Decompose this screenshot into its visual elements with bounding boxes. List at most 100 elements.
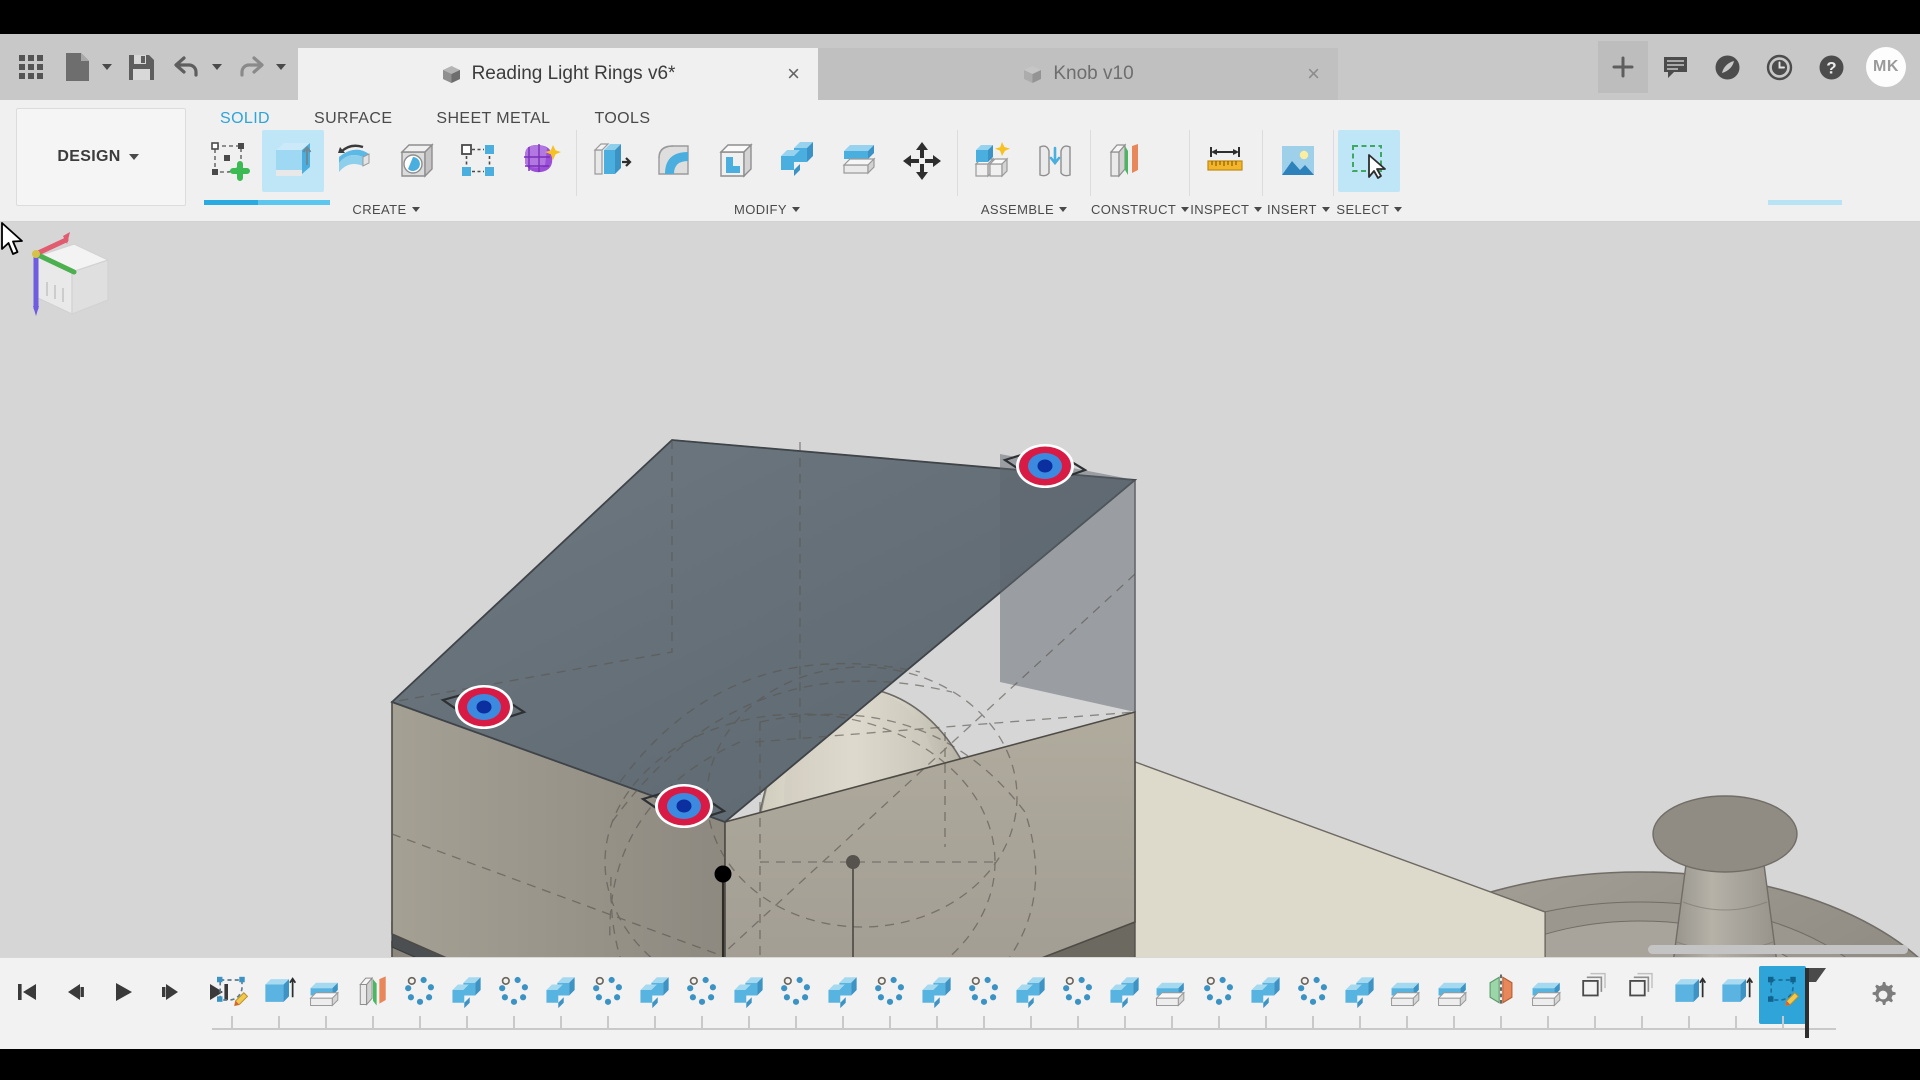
help-icon[interactable]: ? — [1806, 41, 1856, 93]
timeline-tick — [936, 1016, 938, 1030]
app-grid-icon[interactable] — [8, 41, 54, 93]
timeline-tick — [560, 1016, 562, 1030]
comment-icon[interactable] — [1650, 41, 1700, 93]
timeline-skip-start-button[interactable] — [8, 972, 46, 1012]
create-form-icon[interactable] — [510, 130, 572, 192]
timeline-tick — [889, 1016, 891, 1030]
select-icon[interactable] — [1338, 130, 1400, 192]
insert-image-icon[interactable] — [1267, 130, 1329, 192]
shell-icon[interactable] — [705, 130, 767, 192]
press-pull-icon[interactable] — [581, 130, 643, 192]
scrollbar-thumb[interactable] — [1648, 945, 1908, 954]
help-glyph: ? — [1818, 54, 1845, 81]
document-cube-icon — [1022, 64, 1043, 85]
chevron-down-icon — [129, 154, 139, 160]
panel-select-label: SELECT — [1336, 202, 1389, 217]
offset-face-icon[interactable] — [829, 130, 891, 192]
document-tab-active[interactable]: Reading Light Rings v6* × — [298, 48, 818, 100]
panel-inspect-label-group[interactable]: INSPECT — [1190, 196, 1262, 222]
ribbon-panels: CREATE — [196, 128, 1920, 222]
offset-plane-icon[interactable] — [1095, 130, 1157, 192]
select-active-indicator — [1768, 200, 1842, 205]
measure-icon[interactable] — [1194, 130, 1256, 192]
new-component-icon[interactable] — [962, 130, 1024, 192]
timeline-tick — [1077, 1016, 1079, 1030]
file-dropdown-caret[interactable] — [102, 64, 112, 70]
timeline-step-forward-button[interactable] — [152, 972, 190, 1012]
panel-construct-tools — [1091, 128, 1189, 194]
joint-icon[interactable] — [1024, 130, 1086, 192]
file-glyph — [64, 52, 90, 82]
revolve-icon[interactable] — [324, 130, 386, 192]
redo-icon[interactable] — [228, 41, 274, 93]
document-tab-active-title: Reading Light Rings v6* — [472, 63, 676, 85]
chevron-down-icon — [1181, 207, 1189, 212]
ribbon: DESIGN SOLID SURFACE SHEET METAL TOOLS — [0, 100, 1920, 222]
timeline-tick — [1688, 1016, 1690, 1030]
fillet-icon[interactable] — [643, 130, 705, 192]
timeline-tick — [1406, 1016, 1408, 1030]
redo-dropdown-caret[interactable] — [276, 64, 286, 70]
timeline-track[interactable] — [212, 966, 1836, 1042]
hole-icon[interactable] — [386, 130, 448, 192]
timeline-tick — [795, 1016, 797, 1030]
panel-construct-label-group[interactable]: CONSTRUCT — [1091, 196, 1189, 222]
viewport-canvas[interactable] — [0, 222, 1920, 957]
midpoint-vertex — [846, 855, 860, 869]
panel-assemble-label-group[interactable]: ASSEMBLE — [958, 196, 1090, 222]
panel-create-tools — [196, 128, 576, 194]
timeline-tick — [1594, 1016, 1596, 1030]
window-top-strip — [0, 0, 1920, 34]
move-copy-icon[interactable] — [891, 130, 953, 192]
canvas-horizontal-scrollbar[interactable] — [0, 943, 1920, 957]
workspace-selector[interactable]: DESIGN — [16, 108, 186, 206]
panel-inspect-label: INSPECT — [1190, 202, 1249, 217]
undo-dropdown-caret[interactable] — [212, 64, 222, 70]
panel-construct: CONSTRUCT — [1091, 128, 1189, 222]
gear-icon — [1868, 980, 1898, 1010]
timeline-tick — [325, 1016, 327, 1030]
timeline-settings-button[interactable] — [1868, 980, 1898, 1015]
redo-glyph — [236, 54, 266, 80]
document-tab-strip: Reading Light Rings v6* × Knob v10 × — [298, 34, 1338, 100]
panel-insert-label: INSERT — [1267, 202, 1317, 217]
save-icon[interactable] — [118, 41, 164, 93]
create-sketch-icon[interactable] — [200, 130, 262, 192]
selected-vertex-point — [715, 866, 732, 883]
timeline-feature-sketch[interactable] — [212, 966, 255, 1024]
avatar[interactable]: MK — [1866, 47, 1906, 87]
chevron-down-icon — [1394, 207, 1402, 212]
chevron-down-icon — [1254, 207, 1262, 212]
close-icon[interactable]: × — [1307, 63, 1320, 85]
document-tab-inactive[interactable]: Knob v10 × — [818, 48, 1338, 100]
play-icon — [111, 980, 135, 1004]
timeline-tick — [654, 1016, 656, 1030]
timeline-tick — [1312, 1016, 1314, 1030]
undo-icon[interactable] — [164, 41, 210, 93]
extension-icon[interactable] — [1702, 41, 1752, 93]
file-icon[interactable] — [54, 41, 100, 93]
recent-clock-icon[interactable] — [1754, 41, 1804, 93]
combine-icon[interactable] — [767, 130, 829, 192]
extrude-icon[interactable] — [262, 130, 324, 192]
chevron-down-icon — [1059, 207, 1067, 212]
new-tab-button[interactable] — [1598, 41, 1648, 93]
app-grid-glyph — [19, 55, 43, 79]
timeline-tick — [701, 1016, 703, 1030]
timeline-play-button[interactable] — [104, 972, 142, 1012]
workspace-selector-label: DESIGN — [57, 148, 120, 166]
document-cube-icon — [441, 64, 462, 85]
panel-modify-label: MODIFY — [734, 202, 787, 217]
panel-modify-label-group[interactable]: MODIFY — [577, 196, 957, 222]
panel-insert-label-group[interactable]: INSERT — [1263, 196, 1333, 222]
timeline-tick — [607, 1016, 609, 1030]
rectangular-pattern-icon[interactable] — [448, 130, 510, 192]
document-tab-inactive-title: Knob v10 — [1053, 63, 1133, 85]
panel-select-label-group[interactable]: SELECT — [1334, 196, 1404, 222]
viewcube[interactable] — [0, 222, 130, 332]
panel-modify: MODIFY — [577, 128, 957, 222]
close-icon[interactable]: × — [787, 63, 800, 85]
timeline-step-back-button[interactable] — [56, 972, 94, 1012]
extension-glyph — [1714, 54, 1741, 81]
top-bar-right-actions: ? MK — [1598, 34, 1920, 100]
